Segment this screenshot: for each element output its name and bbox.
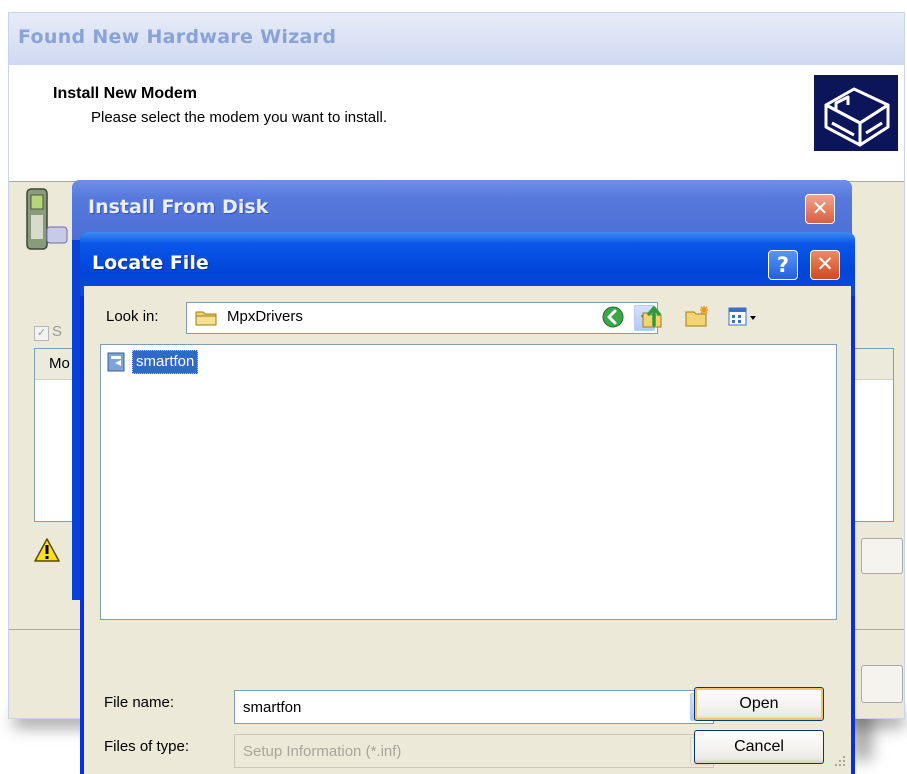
install-from-disk-title: Install From Disk <box>88 196 269 218</box>
locate-file-dialog: Locate File ? ✕ Look in: MpxDrivers ▼ <box>80 232 855 774</box>
resize-grip-icon[interactable] <box>832 754 846 768</box>
wizard-heading: Install New Modem <box>53 85 198 102</box>
wizard-title: Found New Hardware Wizard <box>18 26 337 48</box>
files-of-type-dropdown[interactable]: Setup Information (*.inf) ▼ <box>234 734 714 768</box>
file-name-text: smartfon <box>132 350 199 374</box>
wizard-header: Install New Modem Please select the mode… <box>9 65 904 182</box>
file-name-input[interactable]: smartfon ▼ <box>234 690 714 724</box>
wizard-cancel-button-partial[interactable] <box>861 665 903 703</box>
wizard-have-disk-button-partial[interactable] <box>861 538 903 574</box>
wizard-checkbox[interactable]: ✓ <box>34 326 49 341</box>
files-of-type-value: Setup Information (*.inf) <box>243 743 402 760</box>
modem-phone-icon <box>23 187 69 255</box>
help-button[interactable]: ? <box>768 250 798 280</box>
cancel-button[interactable]: Cancel <box>694 730 824 764</box>
file-name-label: File name: <box>104 694 175 711</box>
new-folder-icon[interactable] <box>684 304 710 328</box>
locate-file-title: Locate File <box>92 252 209 274</box>
file-name-value: smartfon <box>243 699 302 716</box>
close-button[interactable]: ✕ <box>810 250 840 280</box>
setup-information-file-icon <box>107 352 125 372</box>
file-list[interactable]: smartfon <box>100 344 837 620</box>
files-of-type-label: Files of type: <box>104 738 190 755</box>
look-in-value: MpxDrivers <box>227 308 303 325</box>
folder-icon <box>195 311 217 326</box>
wizard-title-bar[interactable]: Found New Hardware Wizard <box>9 13 904 65</box>
model-column-header[interactable]: Mo <box>49 355 70 372</box>
up-one-level-icon[interactable] <box>640 303 664 329</box>
warning-icon <box>34 538 60 562</box>
views-menu-icon[interactable] <box>728 306 758 328</box>
open-button[interactable]: Open <box>694 687 824 721</box>
hardware-wizard-icon <box>814 75 898 151</box>
back-arrow-icon[interactable] <box>602 306 624 328</box>
install-from-disk-close-button[interactable]: ✕ <box>805 194 835 224</box>
locate-file-body: Look in: MpxDrivers ▼ <box>84 286 851 774</box>
look-in-label: Look in: <box>106 308 159 325</box>
wizard-subheading: Please select the modem you want to inst… <box>91 109 387 126</box>
install-from-disk-title-bar[interactable]: Install From Disk ✕ <box>72 180 852 240</box>
wizard-checkbox-label: S <box>52 323 63 340</box>
look-in-dropdown[interactable]: MpxDrivers ▼ <box>186 302 658 334</box>
